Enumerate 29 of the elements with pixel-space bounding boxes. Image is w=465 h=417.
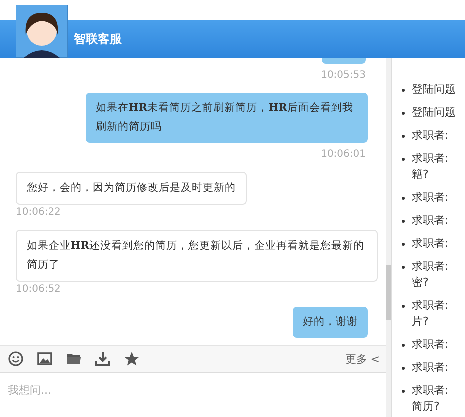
more-button[interactable]: 更多 <	[345, 352, 380, 366]
faq-link[interactable]: 登陆问题	[412, 105, 456, 121]
received-message-bubble: 您好，会的，因为简历修改后是及时更新的	[16, 172, 247, 205]
folder-icon[interactable]	[66, 351, 82, 367]
faq-link[interactable]: 求职者:	[412, 360, 449, 376]
sent-message-bubble: 好的，谢谢	[293, 307, 368, 338]
faq-link[interactable]: 求职者:	[412, 337, 449, 353]
faq-link[interactable]: 求职者:	[412, 128, 449, 144]
message-time: 10:06:52	[16, 284, 61, 295]
message-time: 10:06:01	[321, 149, 366, 160]
star-icon[interactable]	[124, 351, 140, 367]
avatar-icon	[16, 5, 68, 58]
sent-message-bubble: 如果在HR未看简历之前刷新简历，HR后面会看到我刷新的简历吗	[86, 93, 368, 143]
emoji-icon[interactable]	[8, 351, 24, 367]
faq-link[interactable]: 求职者: 密?	[412, 259, 449, 291]
faq-link[interactable]: 求职者: 籍?	[412, 151, 449, 183]
header-title: 智联客服	[74, 30, 122, 48]
received-message-bubble: 如果企业HR还没看到您的简历，您更新以后，企业再看就是您最新的简历了	[16, 230, 378, 282]
message-time: 10:05:53	[321, 70, 366, 81]
faq-link[interactable]: 求职者:	[412, 190, 449, 206]
image-icon[interactable]	[37, 351, 53, 367]
faq-link[interactable]: 求职者: 片?	[412, 298, 449, 330]
scrollbar[interactable]	[386, 58, 391, 417]
message-time: 10:06:22	[16, 207, 61, 218]
faq-link[interactable]: 登陆问题	[412, 82, 456, 98]
faq-link[interactable]: 求职者:	[412, 236, 449, 252]
faq-link[interactable]: 求职者:	[412, 213, 449, 229]
download-icon[interactable]	[95, 351, 111, 367]
faq-link[interactable]: 求职者: 简历?	[412, 383, 449, 415]
